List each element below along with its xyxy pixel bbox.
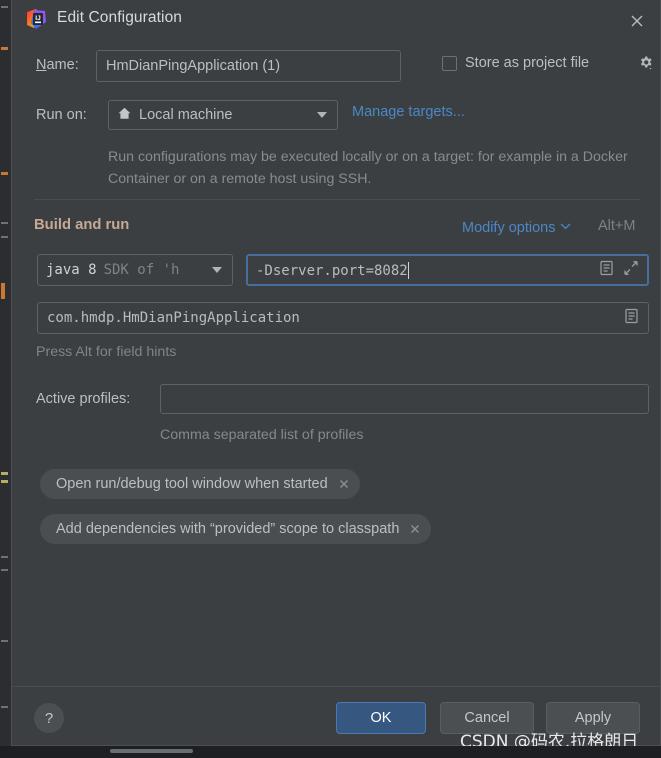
name-input-value: HmDianPingApplication (1) <box>106 58 281 74</box>
store-as-project-file-checkbox[interactable] <box>442 55 457 71</box>
home-icon <box>117 106 132 125</box>
cancel-button[interactable]: Cancel <box>440 702 534 734</box>
help-button[interactable]: ? <box>34 703 64 733</box>
vm-options-input[interactable]: -Dserver.port=8082 <box>246 254 649 286</box>
option-chip-open-run-debug-window[interactable]: Open run/debug tool window when started <box>40 469 360 499</box>
footer-divider <box>12 686 660 687</box>
close-icon[interactable] <box>408 522 422 536</box>
vm-options-field-icons <box>599 260 639 280</box>
run-on-target-combobox[interactable]: Local machine <box>108 100 338 130</box>
store-as-project-file-row: Store as project file <box>442 55 652 71</box>
option-chip-label: Add dependencies with “provided” scope t… <box>56 521 400 537</box>
close-icon[interactable] <box>626 10 648 32</box>
macro-list-icon[interactable] <box>599 260 614 280</box>
ide-bottom-strip <box>0 746 661 758</box>
modify-options-label: Modify options <box>462 220 556 236</box>
svg-text:IJ: IJ <box>35 15 41 22</box>
vm-options-value: -Dserver.port=8082 <box>256 261 409 279</box>
main-class-value: com.hmdp.HmDianPingApplication <box>47 310 300 326</box>
horizontal-scrollbar[interactable] <box>110 749 193 753</box>
run-on-hint-text: Run configurations may be executed local… <box>108 149 628 187</box>
modify-options-shortcut: Alt+M <box>598 218 636 234</box>
active-profiles-label: Active profiles: <box>36 391 131 407</box>
section-divider <box>34 199 640 200</box>
option-chip-label: Open run/debug tool window when started <box>56 476 328 492</box>
run-on-target-value: Local machine <box>139 107 233 123</box>
ok-button[interactable]: OK <box>336 702 426 734</box>
main-class-input[interactable]: com.hmdp.HmDianPingApplication <box>37 302 649 334</box>
name-label: Name: <box>36 57 79 73</box>
intellij-idea-logo-icon: IJ <box>25 8 47 30</box>
macro-list-icon[interactable] <box>624 308 639 328</box>
jdk-selector-combobox[interactable]: java 8 SDK of 'h <box>37 254 233 286</box>
option-chip-add-provided-dependencies[interactable]: Add dependencies with “provided” scope t… <box>40 514 432 544</box>
run-on-label: Run on: <box>36 107 87 123</box>
dialog-title: Edit Configuration <box>57 9 183 26</box>
modify-options-link[interactable]: Modify options <box>462 218 571 236</box>
dialog-titlebar: IJ Edit Configuration <box>12 0 660 40</box>
manage-targets-link[interactable]: Manage targets... <box>352 104 465 120</box>
jdk-name: java 8 <box>46 262 97 278</box>
text-caret <box>407 261 409 279</box>
edit-configuration-dialog: IJ Edit Configuration Name: HmDianPingAp… <box>11 0 661 752</box>
close-icon[interactable] <box>337 477 351 491</box>
apply-button[interactable]: Apply <box>546 702 640 734</box>
chevron-down-icon <box>212 267 222 273</box>
name-label-mnemonic: N <box>36 57 47 73</box>
name-input[interactable]: HmDianPingApplication (1) <box>96 50 401 82</box>
active-profiles-input[interactable] <box>160 384 649 414</box>
field-hints-text: Press Alt for field hints <box>36 344 177 360</box>
name-label-rest: ame: <box>46 57 79 73</box>
gear-icon[interactable] <box>638 55 656 73</box>
build-and-run-section-title: Build and run <box>34 217 130 233</box>
jdk-description: SDK of 'h <box>103 262 180 278</box>
expand-icon[interactable] <box>623 260 639 280</box>
store-as-project-file-label: Store as project file <box>465 55 590 71</box>
active-profiles-hint: Comma separated list of profiles <box>160 427 364 443</box>
chevron-down-icon <box>560 218 571 234</box>
chevron-down-icon <box>317 112 327 118</box>
